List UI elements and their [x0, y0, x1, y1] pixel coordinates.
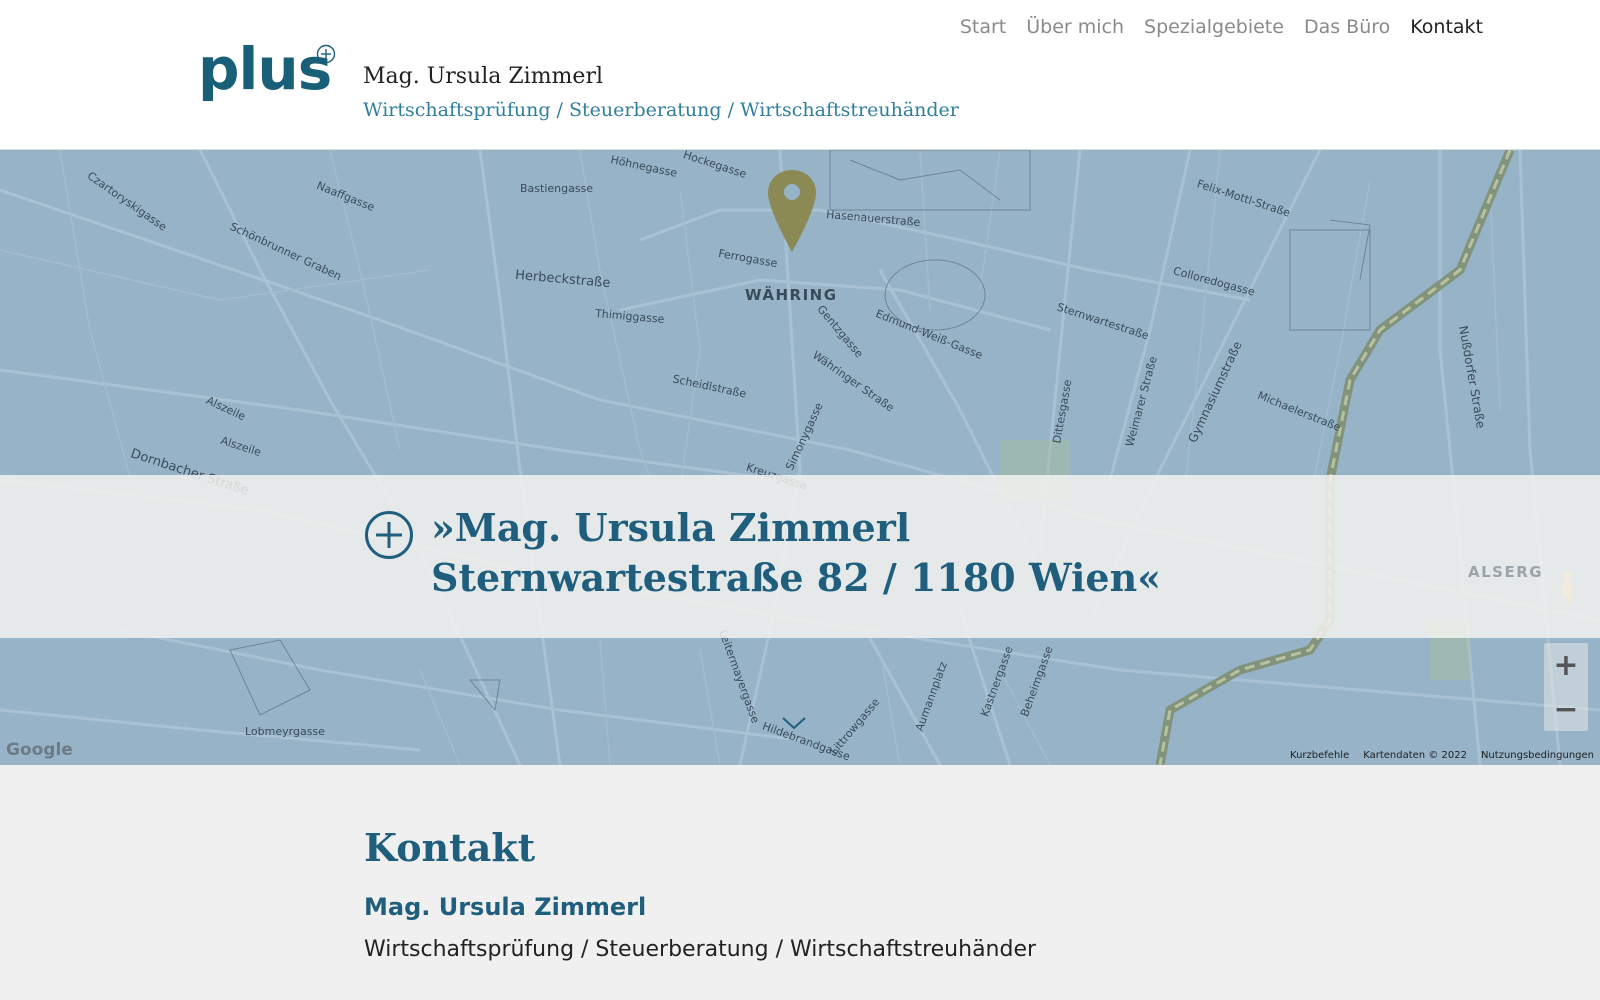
- street-label: Lobmeyrgasse: [245, 725, 325, 738]
- nav-ueber-mich[interactable]: Über mich: [1026, 16, 1124, 38]
- district-label: WÄHRING: [745, 286, 838, 304]
- page-title: Kontakt: [364, 825, 536, 870]
- zoom-control: + −: [1544, 643, 1588, 731]
- street-label: Bastiengasse: [520, 182, 594, 195]
- nav-start[interactable]: Start: [960, 16, 1006, 38]
- logo[interactable]: plus: [198, 40, 332, 98]
- address-line-name: »Mag. Ursula Zimmerl: [431, 505, 911, 550]
- google-logo: Google: [6, 740, 73, 760]
- brand-subtitle: Wirtschaftsprüfung / Steuerberatung / Wi…: [363, 99, 959, 121]
- plus-circle-icon: [316, 44, 336, 64]
- nav-das-buero[interactable]: Das Büro: [1304, 16, 1390, 38]
- chevron-down-icon[interactable]: [781, 715, 807, 731]
- map-pin-icon[interactable]: [766, 168, 818, 254]
- map[interactable]: Höhnegasse Hockegasse Bastiengasse Naaff…: [0, 150, 1600, 765]
- contact-section: Kontakt Mag. Ursula Zimmerl Wirtschaftsp…: [0, 765, 1600, 1000]
- map-data-label: Kartendaten © 2022: [1363, 750, 1467, 761]
- address-text: »Mag. Ursula Zimmerl Sternwartestraße 82…: [431, 503, 1161, 603]
- nav-kontakt[interactable]: Kontakt: [1410, 16, 1483, 38]
- zoom-out-button[interactable]: −: [1544, 687, 1588, 731]
- site-header: plus Mag. Ursula Zimmerl Wirtschaftsprüf…: [0, 0, 1600, 150]
- zoom-in-button[interactable]: +: [1544, 643, 1588, 687]
- map-attribution: Kurzbefehle Kartendaten © 2022 Nutzungsb…: [1290, 750, 1594, 761]
- plus-circle-icon: [365, 511, 413, 559]
- address-line-street: Sternwartestraße 82 / 1180 Wien«: [431, 555, 1161, 600]
- address-band: »Mag. Ursula Zimmerl Sternwartestraße 82…: [0, 475, 1600, 638]
- contact-subtitle: Wirtschaftsprüfung / Steuerberatung / Wi…: [364, 937, 1037, 962]
- terms-link[interactable]: Nutzungsbedingungen: [1481, 750, 1594, 761]
- contact-name: Mag. Ursula Zimmerl: [364, 893, 647, 921]
- keyboard-shortcuts-link[interactable]: Kurzbefehle: [1290, 750, 1349, 761]
- district-label: ALSERG: [1468, 563, 1544, 581]
- nav-spezialgebiete[interactable]: Spezialgebiete: [1144, 16, 1284, 38]
- brand-name: Mag. Ursula Zimmerl: [363, 64, 603, 89]
- main-nav: Start Über mich Spezialgebiete Das Büro …: [960, 16, 1483, 38]
